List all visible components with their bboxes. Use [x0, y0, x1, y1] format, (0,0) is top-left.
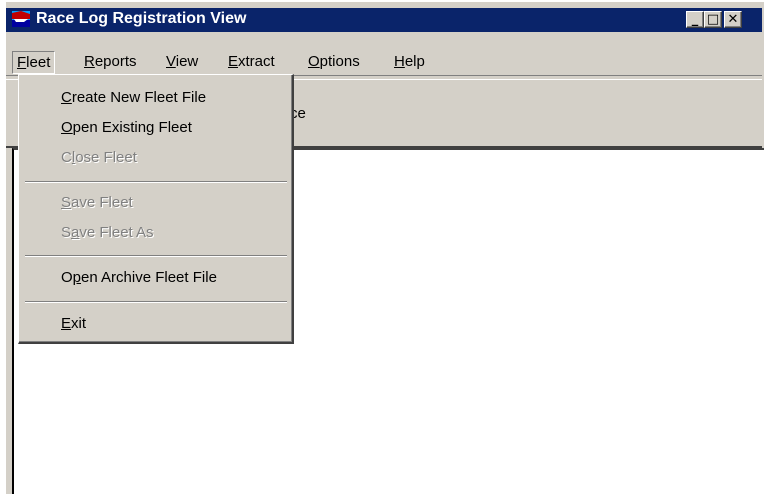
menu-help[interactable]: Help	[390, 51, 429, 72]
menu-options-key: O	[308, 53, 320, 70]
item-accelerator: S	[61, 194, 72, 211]
menu-extract[interactable]: Extract	[224, 51, 279, 72]
menu-help-key: H	[394, 53, 405, 70]
item-accelerator: E	[61, 315, 72, 332]
menu-item-open-existing-fleet[interactable]: Open Existing Fleet	[61, 117, 192, 139]
close-button[interactable]: ✕	[724, 11, 742, 28]
minimize-button[interactable]: _	[686, 11, 704, 28]
item-label: ave Fleet	[71, 194, 133, 211]
menu-view-label: iew	[175, 53, 199, 70]
app-icon[interactable]	[12, 11, 30, 27]
menu-view[interactable]: View	[162, 51, 202, 72]
item-accelerator: C	[61, 89, 72, 106]
item-prefix: O	[61, 269, 73, 286]
item-accelerator: p	[72, 269, 82, 286]
menu-item-exit[interactable]: Exit	[61, 313, 86, 335]
menu-reports[interactable]: Reports	[80, 51, 141, 72]
menu-extract-key: E	[228, 53, 239, 70]
menu-separator	[25, 181, 287, 183]
title-bar[interactable]: Race Log Registration View _ □ ✕	[6, 8, 762, 32]
menu-item-create-new-fleet-file[interactable]: Create New Fleet File	[61, 87, 206, 109]
item-label: xit	[71, 315, 87, 332]
menu-help-label: elp	[404, 53, 425, 70]
menu-view-key: V	[166, 53, 176, 70]
item-label: reate New Fleet File	[71, 89, 207, 106]
menu-item-close-fleet: Close Fleet	[61, 147, 137, 169]
window-title: Race Log Registration View	[36, 10, 247, 27]
menu-bar: Fleet Reports View Extract Options Help	[6, 47, 762, 76]
item-prefix: S	[61, 224, 72, 241]
menu-options-label: ptions	[319, 53, 360, 70]
menu-separator	[25, 255, 287, 257]
item-label: en Archive Fleet File	[81, 269, 217, 286]
menu-reports-key: R	[84, 53, 95, 70]
item-label: pen Existing Fleet	[72, 119, 192, 136]
menu-item-save-fleet-as: Save Fleet As	[61, 222, 154, 244]
item-accelerator: O	[61, 119, 73, 136]
menu-fleet[interactable]: Fleet	[12, 51, 56, 74]
fleet-dropdown-menu: Create New Fleet File Open Existing Flee…	[18, 74, 294, 344]
maximize-button[interactable]: □	[704, 11, 722, 28]
menu-fleet-label: leet	[26, 54, 51, 71]
app-window: Race Log Registration View _ □ ✕ Fleet R…	[4, 0, 764, 494]
item-label: ve Fleet As	[79, 224, 154, 241]
menu-item-save-fleet: Save Fleet	[61, 192, 133, 214]
menu-item-open-archive-fleet-file[interactable]: Open Archive Fleet File	[61, 267, 217, 289]
menu-reports-label: eports	[94, 53, 137, 70]
menu-separator	[25, 301, 287, 303]
menu-fleet-key: F	[17, 54, 27, 71]
item-prefix: C	[61, 149, 72, 166]
menu-extract-label: xtract	[238, 53, 275, 70]
item-label: ose Fleet	[75, 149, 137, 166]
menu-options[interactable]: Options	[304, 51, 364, 72]
